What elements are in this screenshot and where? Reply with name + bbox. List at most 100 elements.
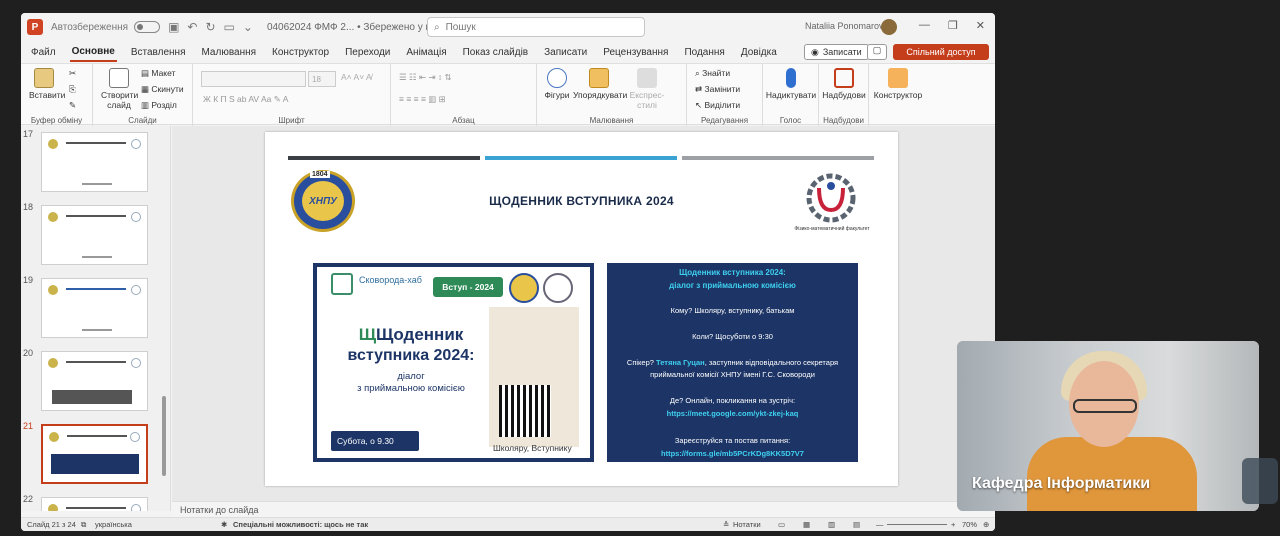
slideshow-view-icon[interactable]: ▤ [853, 520, 860, 529]
reset-button[interactable]: ▦ Скинути [141, 84, 184, 95]
slideshow-icon[interactable]: ▭ [224, 20, 235, 34]
logo-year: 1804 [310, 171, 330, 178]
user-name[interactable]: Nataliia Ponomarova [805, 21, 889, 31]
zoom-level[interactable]: 70% [962, 520, 977, 529]
maximize-icon[interactable]: ❐ [948, 19, 958, 32]
accessibility-status[interactable]: Спеціальні можливості: щось не так [233, 520, 368, 529]
faculty-logo [806, 173, 856, 223]
slide-thumbnail-17[interactable] [41, 132, 148, 192]
comments-button[interactable]: ▢ [867, 44, 887, 60]
tab-transitions[interactable]: Переходи [343, 44, 392, 61]
avatar[interactable] [881, 19, 897, 35]
side-panel-icon[interactable] [1242, 458, 1278, 504]
cut-icon[interactable]: ✂ [69, 68, 76, 79]
thumb-number: 20 [23, 348, 34, 358]
redo-icon[interactable]: ↻ [205, 20, 215, 34]
layout-button[interactable]: ▤ Макет [141, 68, 175, 79]
reset-label: Скинути [151, 84, 184, 94]
section-button[interactable]: ▥ Розділ [141, 100, 177, 111]
quick-styles-button[interactable]: Експрес-стилі [627, 68, 667, 110]
header-bar-blue [485, 156, 677, 160]
slide-thumbnail-18[interactable] [41, 205, 148, 265]
designer-button[interactable]: Конструктор [873, 68, 923, 100]
tab-record[interactable]: Записати [542, 44, 589, 61]
language-status[interactable]: українська [95, 520, 132, 529]
minimize-icon[interactable]: — [919, 19, 930, 32]
tab-insert[interactable]: Вставлення [129, 44, 188, 61]
reading-view-icon[interactable]: ▥ [828, 520, 835, 529]
zoom-slider[interactable] [887, 524, 947, 525]
poster-sub-2: з приймальною комісією [357, 383, 465, 394]
tab-help[interactable]: Довідка [739, 44, 779, 61]
shapes-button[interactable]: Фігури [541, 68, 573, 100]
slide-counter: Слайд 21 з 24 [27, 520, 76, 529]
comment-icon: ▢ [872, 45, 882, 55]
tab-file[interactable]: Файл [29, 44, 58, 61]
zoom-out-icon[interactable]: — [876, 520, 884, 529]
paragraph-group: ☰ ☷ ⇤ ⇥ ↕ ⇅ ≡ ≡ ≡ ≡ ▥ ⊞ Абзац [391, 64, 537, 126]
share-button[interactable]: Спільний доступ [893, 44, 989, 60]
tab-home[interactable]: Основне [69, 43, 117, 62]
meet-link[interactable]: https://meet.google.com/ykt-zkej-kaq [607, 408, 858, 419]
zoom-in-icon[interactable]: + [951, 520, 955, 529]
slide-thumbnail-22[interactable] [41, 497, 148, 511]
select-button[interactable]: ↖ Виділити [695, 100, 740, 111]
close-icon[interactable]: ✕ [976, 19, 985, 32]
tab-draw[interactable]: Малювання [199, 44, 258, 61]
arrange-button[interactable]: Упорядкувати [573, 68, 627, 100]
grow-font-icon[interactable]: A˄ A˅ A̸ [341, 72, 372, 82]
slide-sorter-icon[interactable]: ▦ [803, 520, 810, 529]
normal-view-icon[interactable]: ▭ [778, 520, 785, 529]
addins-button[interactable]: Надбудови [821, 68, 867, 100]
accessibility-icon[interactable]: ✱ [221, 520, 227, 529]
notes-toggle[interactable]: Нотатки [733, 520, 761, 529]
font-name-select[interactable] [201, 71, 306, 87]
font-format-icons[interactable]: Ж К П S ab AV Aa ✎ A [203, 94, 288, 105]
replace-button[interactable]: ⇄ Замінити [695, 84, 740, 95]
notes-icon[interactable]: ≙ [723, 520, 729, 529]
poster-audience: Школяру, Вступнику [493, 443, 572, 453]
thumb-logo [130, 432, 140, 442]
align-icons[interactable]: ≡ ≡ ≡ ≡ ▥ ⊞ [399, 94, 446, 105]
poster-image: Сковорода-хаб Вступ - 2024 ЩЩоденник вст… [313, 263, 594, 462]
undo-icon[interactable]: ↶ [187, 20, 197, 34]
form-link[interactable]: https://forms.gle/mb5PCrKDg8KK5D7V7 [607, 448, 858, 459]
new-slide-label: Створити слайд [101, 90, 139, 110]
font-group: 18 A˄ A˅ A̸ Ж К П S ab AV Aa ✎ A Шрифт [193, 64, 391, 126]
presenter-body [1027, 437, 1197, 511]
thumb-title [67, 435, 127, 437]
new-slide-button[interactable]: Створити слайд [101, 68, 139, 110]
more-icon[interactable]: ⌄ [243, 20, 253, 34]
record-label: Записати [822, 47, 862, 57]
dictate-label: Надиктувати [765, 90, 817, 100]
slide-thumbnail-19[interactable] [41, 278, 148, 338]
section-icon: ▥ [141, 100, 152, 110]
tab-design[interactable]: Конструктор [270, 44, 331, 61]
info-when: Коли? Щосуботи о 9:30 [692, 332, 773, 341]
tab-review[interactable]: Рецензування [601, 44, 670, 61]
current-slide[interactable]: 1804 ХНПУ ЩОДЕННИК ВСТУПНИКА 2024 Фізико… [265, 132, 898, 486]
thumb-footer [51, 454, 139, 474]
tab-view[interactable]: Подання [682, 44, 726, 61]
tab-animations[interactable]: Анімація [404, 44, 448, 61]
slide-thumbnail-20[interactable] [41, 351, 148, 411]
spellcheck-icon[interactable]: ⧉ [81, 520, 86, 530]
record-button[interactable]: ◉ Записати [804, 44, 869, 60]
autosave-toggle[interactable] [134, 21, 161, 33]
save-icon[interactable]: ▣ [168, 20, 179, 34]
list-icons[interactable]: ☰ ☷ ⇤ ⇥ ↕ ⇅ [399, 72, 452, 83]
tab-slideshow[interactable]: Показ слайдів [461, 44, 531, 61]
find-button[interactable]: ⌕ Знайти [695, 68, 730, 79]
slide-thumbnail-21[interactable] [41, 424, 148, 484]
font-size-select[interactable]: 18 [308, 71, 336, 87]
fit-slide-icon[interactable]: ⊕ [983, 520, 989, 529]
format-painter-icon[interactable]: ✎ [69, 100, 76, 111]
paste-button[interactable]: Вставити [29, 68, 65, 100]
poster-sub-1: діалог [397, 371, 425, 382]
copy-icon[interactable]: ⎘ [69, 84, 76, 95]
thumbnails-scrollbar[interactable] [162, 396, 166, 476]
slides-group-label: Слайди [128, 116, 157, 125]
search-input[interactable]: ⌕ Пошук [427, 17, 645, 37]
dictate-button[interactable]: Надиктувати [765, 68, 817, 100]
slides-group: Створити слайд ▤ Макет ▦ Скинути ▥ Розді… [93, 64, 193, 126]
